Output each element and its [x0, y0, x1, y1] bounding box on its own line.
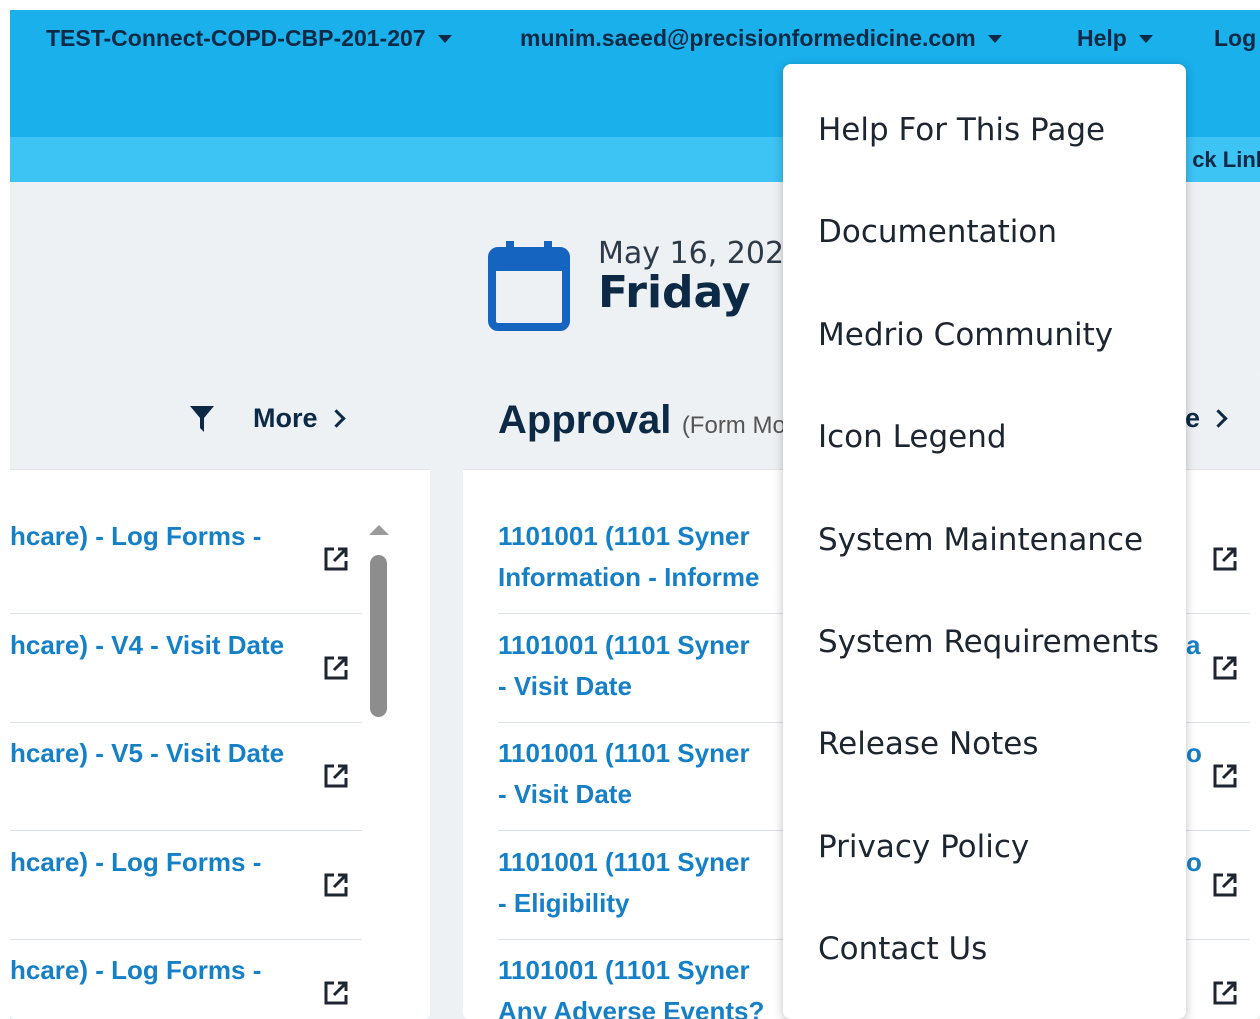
approval-item-subtitle[interactable]: - Eligibility	[498, 883, 629, 924]
more-label: More	[253, 403, 318, 433]
current-day: Friday	[598, 267, 751, 318]
user-menu[interactable]: munim.saeed@precisionformedicine.com	[520, 10, 1002, 66]
menu-item-system-maintenance[interactable]: System Maintenance	[818, 522, 1143, 558]
chevron-right-icon	[326, 409, 346, 428]
list-item[interactable]: hcare) - Log Forms -	[10, 832, 362, 940]
approval-item-tail: o	[1186, 846, 1202, 877]
external-link-icon[interactable]	[323, 872, 349, 898]
external-link-icon[interactable]	[323, 546, 349, 572]
menu-item-icon-legend[interactable]: Icon Legend	[818, 419, 1007, 455]
list-item-link[interactable]: hcare) - Log Forms -	[10, 950, 261, 991]
approval-item-title[interactable]: 1101001 (1101 Syner	[498, 950, 750, 991]
menu-item-documentation[interactable]: Documentation	[818, 214, 1057, 250]
date-display: May 16, 202 Friday	[598, 236, 784, 318]
approval-item-tail: a	[1186, 629, 1201, 660]
approval-item-title[interactable]: 1101001 (1101 Syner	[498, 733, 750, 774]
external-link-icon[interactable]	[323, 655, 349, 681]
approval-item-subtitle[interactable]: Information - Informe	[498, 557, 759, 598]
approval-item-title[interactable]: 1101001 (1101 Syner	[498, 625, 750, 666]
menu-item-release-notes[interactable]: Release Notes	[818, 726, 1039, 762]
study-selector[interactable]: TEST-Connect-COPD-CBP-201-207	[46, 10, 452, 66]
menu-item-privacy-policy[interactable]: Privacy Policy	[818, 829, 1029, 865]
current-date: May 16, 202	[598, 236, 785, 271]
approval-item-tail: o	[1186, 738, 1202, 768]
logout-link[interactable]: Log	[1214, 10, 1256, 66]
approval-item-title[interactable]: 1101001 (1101 Syner	[498, 842, 750, 883]
scrollbar-thumb[interactable]	[370, 555, 387, 717]
quick-links-toggle[interactable]: ck Link	[1192, 137, 1260, 182]
external-link-icon[interactable]	[1212, 655, 1238, 681]
external-link-icon[interactable]	[1212, 546, 1238, 572]
filter-icon[interactable]	[190, 406, 214, 432]
approval-title: Approval	[498, 398, 672, 442]
list-item[interactable]: hcare) - Log Forms -	[10, 940, 362, 1019]
calendar-icon	[488, 241, 570, 331]
approval-more-label: e	[1185, 403, 1201, 433]
external-link-icon[interactable]	[1212, 980, 1238, 1006]
logout-label: Log	[1214, 24, 1257, 51]
menu-item-help-for-this-page[interactable]: Help For This Page	[818, 112, 1105, 148]
menu-item-medrio-community[interactable]: Medrio Community	[818, 317, 1113, 353]
list-item[interactable]: hcare) - Log Forms -	[10, 506, 362, 614]
approval-subtitle: (Form Mo	[681, 412, 786, 439]
menu-item-system-requirements[interactable]: System Requirements	[818, 624, 1159, 660]
menu-item-contact-us[interactable]: Contact Us	[818, 931, 987, 967]
study-name: TEST-Connect-COPD-CBP-201-207	[46, 24, 426, 51]
more-button[interactable]: More	[253, 403, 346, 434]
list-item[interactable]: hcare) - V5 - Visit Date	[10, 723, 362, 831]
approval-item-title[interactable]: 1101001 (1101 Syner	[498, 516, 750, 557]
approval-more-button[interactable]: e	[1185, 403, 1228, 434]
chevron-down-icon	[987, 35, 1002, 43]
help-label: Help	[1077, 24, 1127, 51]
scroll-up-arrow-icon[interactable]	[369, 525, 389, 535]
chevron-right-icon	[1209, 409, 1228, 428]
list-item-link[interactable]: hcare) - V4 - Visit Date	[10, 625, 284, 666]
list-item-link[interactable]: hcare) - Log Forms -	[10, 842, 261, 883]
approval-item-subtitle[interactable]: - Visit Date	[498, 774, 632, 815]
external-link-icon[interactable]	[1212, 763, 1238, 789]
chevron-down-icon	[1138, 35, 1153, 43]
list-item-link[interactable]: hcare) - Log Forms -	[10, 516, 261, 557]
help-menu-toggle[interactable]: Help	[1077, 10, 1153, 66]
list-item[interactable]: hcare) - V4 - Visit Date	[10, 615, 362, 723]
approval-item-subtitle[interactable]: - Visit Date	[498, 666, 632, 707]
chevron-down-icon	[437, 35, 452, 43]
external-link-icon[interactable]	[1212, 872, 1238, 898]
user-email: munim.saeed@precisionformedicine.com	[520, 24, 976, 51]
help-dropdown-menu: Help For This Page Documentation Medrio Co…	[783, 64, 1186, 1019]
left-panel-header: More	[10, 370, 430, 470]
external-link-icon[interactable]	[323, 980, 349, 1006]
external-link-icon[interactable]	[323, 763, 349, 789]
approval-item-subtitle[interactable]: Any Adverse Events?	[498, 991, 764, 1019]
list-item-link[interactable]: hcare) - V5 - Visit Date	[10, 733, 284, 774]
